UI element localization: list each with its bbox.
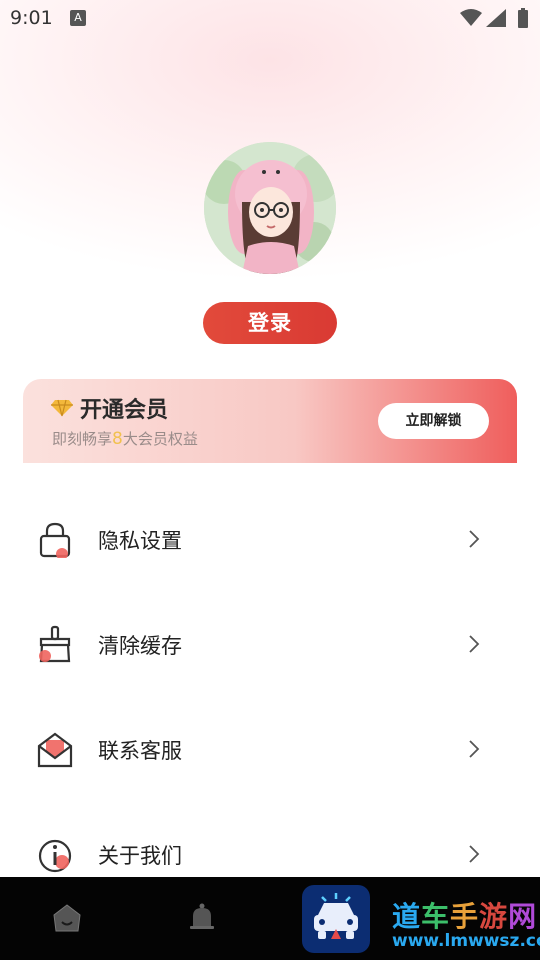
watermark-title: 道车手游网: [392, 900, 538, 933]
vip-subtitle: 即刻畅享8大会员权益: [52, 429, 198, 449]
status-bar: 9:01 A: [0, 0, 540, 36]
menu-item-customer-service[interactable]: 联系客服: [0, 710, 540, 790]
watermark-url: www.lmwwsz.com: [392, 931, 540, 951]
menu-label: 隐私设置: [98, 529, 182, 553]
vip-benefit-count: 8: [112, 429, 123, 449]
login-button[interactable]: 登录: [203, 302, 337, 344]
chevron-right-icon: [469, 530, 480, 548]
menu-label: 清除缓存: [98, 634, 182, 658]
avatar-illustration: [204, 142, 336, 274]
vip-card[interactable]: 开通会员 即刻畅享8大会员权益 立即解锁: [23, 379, 517, 463]
menu-item-privacy[interactable]: 隐私设置: [0, 500, 540, 580]
bottom-nav-bar: 道车手游网 www.lmwwsz.com: [0, 877, 540, 960]
watermark-logo: [302, 885, 370, 953]
wifi-icon: [460, 9, 482, 26]
bell-icon[interactable]: [189, 903, 215, 933]
signal-icon: [486, 9, 506, 27]
home-icon[interactable]: [52, 903, 82, 933]
unlock-vip-button[interactable]: 立即解锁: [378, 403, 489, 439]
vip-title: 开通会员: [80, 398, 169, 423]
battery-icon: [518, 8, 528, 28]
avatar[interactable]: [204, 142, 336, 274]
envelope-icon: [37, 732, 73, 768]
lock-icon: [39, 522, 71, 558]
status-time: 9:01: [10, 7, 53, 29]
menu-label: 关于我们: [98, 844, 182, 868]
chevron-right-icon: [469, 740, 480, 758]
broom-icon: [39, 625, 71, 663]
car-icon: [314, 893, 358, 939]
chevron-right-icon: [469, 635, 480, 653]
menu-item-clear-cache[interactable]: 清除缓存: [0, 605, 540, 685]
info-icon: [38, 839, 72, 873]
menu-label: 联系客服: [98, 739, 182, 763]
chevron-right-icon: [469, 845, 480, 863]
diamond-icon: [51, 399, 73, 417]
notification-a-icon: A: [70, 10, 86, 26]
